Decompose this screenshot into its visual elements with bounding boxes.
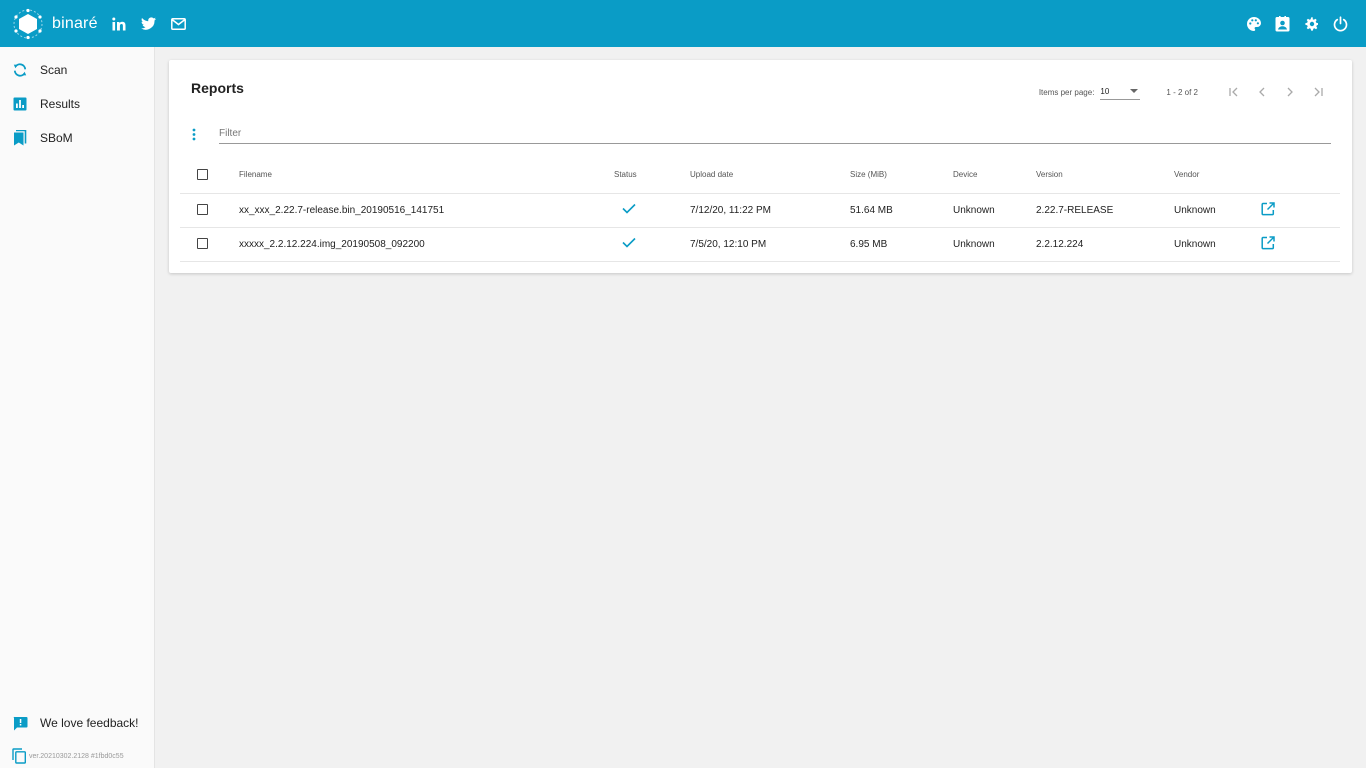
chevron-down-icon [1130, 89, 1139, 93]
device-cell: Unknown [953, 227, 1036, 262]
binare-logo-icon [13, 8, 43, 39]
sidebar-item-results[interactable]: Results [0, 87, 154, 121]
open-in-new-icon [1261, 236, 1275, 250]
version-cell: 2.2.12.224 [1036, 227, 1174, 262]
row-checkbox[interactable] [197, 204, 208, 216]
reports-table: Filename Status Upload date Size (MiB) D… [180, 156, 1340, 262]
check-icon [622, 237, 636, 248]
sidebar: Scan Results SBoM We love feedback! ver.… [0, 47, 155, 768]
linkedin-icon[interactable] [110, 15, 128, 33]
chevron-left-icon [1259, 87, 1265, 97]
version-cell: 2.22.7-RELEASE [1036, 193, 1174, 228]
page-title: Reports [191, 80, 244, 96]
bookmark-icon [12, 130, 28, 146]
column-header-version[interactable]: Version [1036, 156, 1174, 194]
row-select-cell [180, 193, 239, 228]
power-icon[interactable] [1331, 14, 1350, 33]
upload-date-cell: 7/12/20, 11:22 PM [690, 193, 850, 228]
filename-cell: xx_xxx_2.22.7-release.bin_20190516_14175… [239, 193, 614, 228]
account-box-icon[interactable] [1273, 14, 1292, 33]
filename-cell: xxxxx_2.2.12.224.img_20190508_092200 [239, 227, 614, 262]
reports-card: Reports Items per page: 10 1 - 2 of 2 Fi… [169, 60, 1352, 273]
sidebar-item-label: SBoM [40, 131, 73, 145]
last-page-button[interactable] [1304, 82, 1332, 102]
copy-icon[interactable] [12, 748, 27, 764]
filter-row [189, 122, 1331, 146]
chevron-right-icon [1287, 87, 1293, 97]
sidebar-item-sbom[interactable]: SBoM [0, 121, 154, 155]
column-header-vendor[interactable]: Vendor [1174, 156, 1260, 194]
items-per-page-value: 10 [1100, 86, 1110, 96]
column-header-status[interactable]: Status [614, 156, 690, 194]
column-header-size[interactable]: Size (MiB) [850, 156, 953, 194]
social-links [110, 15, 188, 33]
feedback-label: We love feedback! [40, 716, 139, 730]
status-cell [614, 193, 690, 228]
vendor-cell: Unknown [1174, 193, 1260, 228]
row-select-cell [180, 227, 239, 262]
gear-icon[interactable] [1302, 14, 1321, 33]
top-actions [1244, 0, 1350, 47]
size-cell: 51.64 MB [850, 193, 953, 228]
feedback-link[interactable]: We love feedback! [0, 708, 154, 738]
brand[interactable]: binaré [12, 8, 98, 40]
twitter-icon[interactable] [140, 15, 158, 33]
actions-cell [1260, 227, 1340, 262]
bar-chart-icon [12, 96, 28, 112]
items-per-page-label: Items per page: [1038, 87, 1095, 97]
brand-name: binaré [52, 14, 98, 32]
column-header-upload-date[interactable]: Upload date [690, 156, 850, 194]
sidebar-item-scan[interactable]: Scan [0, 53, 154, 87]
column-header-actions [1260, 156, 1340, 194]
open-report-button[interactable] [1260, 201, 1276, 217]
vendor-cell: Unknown [1174, 227, 1260, 262]
open-in-new-icon [1261, 202, 1275, 216]
column-header-filename[interactable]: Filename [239, 156, 614, 194]
open-report-button[interactable] [1260, 235, 1276, 251]
select-all-checkbox[interactable] [197, 168, 208, 180]
table-header-row: Filename Status Upload date Size (MiB) D… [180, 156, 1340, 194]
actions-cell [1260, 193, 1340, 228]
status-cell [614, 227, 690, 262]
version-text: ver.20210302.2128 #1fbd0c55 [29, 752, 124, 760]
column-header-device[interactable]: Device [953, 156, 1036, 194]
version-info: ver.20210302.2128 #1fbd0c55 [12, 748, 124, 764]
previous-page-button[interactable] [1248, 82, 1276, 102]
sync-icon [12, 62, 28, 78]
mail-icon[interactable] [170, 15, 188, 33]
select-all-cell [180, 156, 239, 194]
column-options-button[interactable] [189, 126, 199, 142]
filter-input[interactable] [219, 124, 1331, 144]
table-row[interactable]: xx_xxx_2.22.7-release.bin_20190516_14175… [180, 193, 1340, 228]
upload-date-cell: 7/5/20, 12:10 PM [690, 227, 850, 262]
table-row[interactable]: xxxxx_2.2.12.224.img_20190508_092200 7/5… [180, 227, 1340, 262]
sidebar-nav: Scan Results SBoM [0, 53, 154, 155]
page-range-label: 1 - 2 of 2 [1166, 87, 1198, 97]
sidebar-item-label: Scan [40, 63, 68, 77]
items-per-page-select[interactable]: 10 [1100, 84, 1141, 100]
last-page-icon [1314, 87, 1323, 97]
device-cell: Unknown [953, 193, 1036, 228]
first-page-button[interactable] [1220, 82, 1248, 102]
first-page-icon [1229, 87, 1238, 97]
next-page-button[interactable] [1276, 82, 1304, 102]
sidebar-item-label: Results [40, 97, 81, 111]
top-app-bar: binaré [0, 0, 1366, 47]
size-cell: 6.95 MB [850, 227, 953, 262]
row-checkbox[interactable] [197, 238, 208, 250]
paginator: Items per page: 10 1 - 2 of 2 [1039, 82, 1332, 102]
check-icon [622, 203, 636, 214]
more-vert-icon [192, 128, 196, 140]
feedback-icon [12, 715, 28, 731]
palette-icon[interactable] [1244, 14, 1263, 33]
